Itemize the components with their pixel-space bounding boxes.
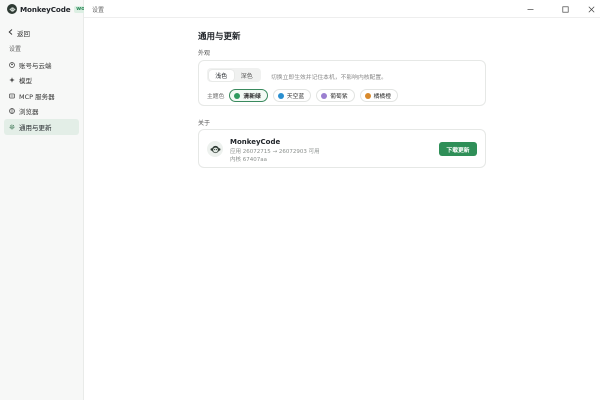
title-bar: 设置 — [84, 0, 600, 18]
green-swatch-icon — [234, 92, 241, 99]
sparkle-icon — [9, 77, 15, 83]
about-section-label: 关于 — [198, 120, 211, 127]
back-label: 返回 — [17, 30, 30, 38]
sidebar-item-label: 账号与云端 — [19, 61, 52, 70]
light-mode-button[interactable]: 浅色 — [208, 69, 234, 81]
download-update-button[interactable]: 下载更新 — [439, 142, 477, 156]
gear-icon — [9, 124, 15, 130]
purple-swatch-icon — [321, 92, 328, 99]
app-version-line: 应用 26072715 → 26072903 可用 — [230, 149, 320, 155]
sidebar: MonkeyCode work 返回 设置 账号与云端 模型 MCP 服务器 — [0, 0, 94, 400]
sidebar-item-browser[interactable]: 浏览器 — [4, 104, 79, 120]
maximize-icon — [561, 5, 569, 13]
minimize-button[interactable] — [524, 3, 536, 15]
maximize-button[interactable] — [559, 3, 571, 15]
server-icon — [9, 93, 15, 99]
orange-swatch-icon — [364, 92, 371, 99]
theme-option-label: 葡萄紫 — [330, 94, 348, 100]
monkey-logo-icon — [7, 4, 17, 14]
sidebar-item-label: 模型 — [19, 77, 32, 86]
kernel-version-line: 内核 67407aa — [230, 157, 267, 163]
settings-nav: 账号与云端 模型 MCP 服务器 浏览器 通用与更新 — [4, 57, 79, 135]
sidebar-item-label: MCP 服务器 — [19, 92, 55, 101]
minimize-icon — [527, 8, 533, 10]
chevron-left-icon — [8, 29, 13, 37]
close-button[interactable] — [585, 3, 597, 15]
appearance-section-label: 外观 — [198, 50, 211, 57]
appearance-hint: 切换立即生效并记住本机，不影响内核配置。 — [271, 75, 387, 81]
user-circle-icon — [9, 61, 15, 68]
sidebar-item-label: 通用与更新 — [19, 123, 52, 132]
sidebar-item-general[interactable]: 通用与更新 — [4, 119, 79, 135]
sidebar-item-mcp-server[interactable]: MCP 服务器 — [4, 88, 79, 104]
page-title: 通用与更新 — [198, 32, 241, 42]
settings-section-label: 设置 — [9, 46, 22, 53]
window-title: 设置 — [92, 7, 105, 14]
blue-swatch-icon — [277, 92, 284, 99]
theme-color-label: 主题色 — [207, 94, 225, 100]
monkey-app-icon — [207, 141, 223, 157]
sidebar-item-model[interactable]: 模型 — [4, 73, 79, 89]
app-name: MonkeyCode — [230, 138, 281, 146]
main-content: 通用与更新 外观 浅色 深色 切换立即生效并记住本机，不影响内核配置。 主题色 … — [84, 18, 600, 400]
theme-option-blue[interactable]: 天空蓝 — [272, 89, 312, 102]
brand-name: MonkeyCode — [20, 4, 71, 14]
theme-option-purple[interactable]: 葡萄紫 — [316, 89, 355, 102]
brand: MonkeyCode work — [7, 3, 94, 15]
about-card: MonkeyCode 应用 26072715 → 26072903 可用 内核 … — [198, 129, 486, 168]
sidebar-item-label: 浏览器 — [19, 108, 39, 117]
sidebar-item-account[interactable]: 账号与云端 — [4, 57, 79, 73]
theme-option-label: 清新绿 — [243, 94, 261, 100]
appearance-card: 浅色 深色 切换立即生效并记住本机，不影响内核配置。 主题色 清新绿 天空蓝 葡… — [198, 60, 486, 106]
theme-option-green[interactable]: 清新绿 — [229, 89, 268, 102]
theme-option-orange[interactable]: 橘橘橙 — [359, 89, 399, 102]
theme-option-label: 天空蓝 — [286, 94, 305, 100]
back-button[interactable]: 返回 — [8, 28, 30, 38]
theme-color-row: 主题色 清新绿 天空蓝 葡萄紫 橘橘橙 — [207, 89, 403, 102]
dark-mode-button[interactable]: 深色 — [234, 70, 260, 81]
close-icon — [588, 6, 594, 12]
theme-mode-toggle: 浅色 深色 — [207, 68, 261, 82]
globe-icon — [9, 108, 15, 115]
theme-option-label: 橘橘橙 — [373, 94, 392, 100]
